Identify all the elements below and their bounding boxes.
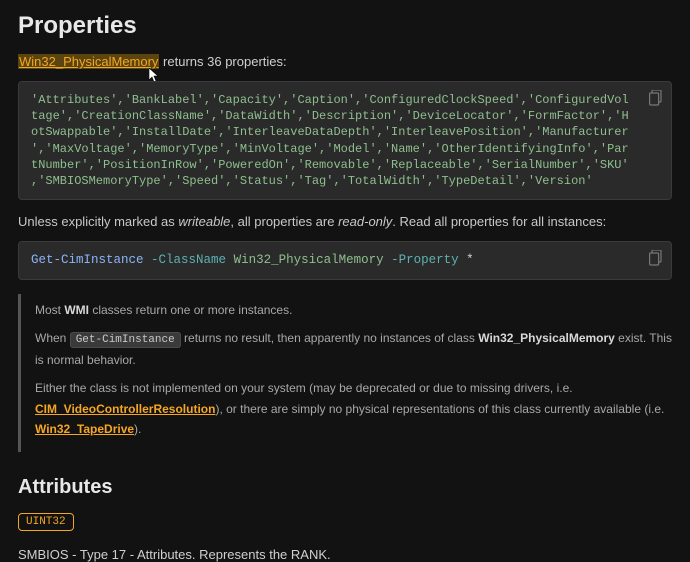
text: Most	[35, 303, 64, 317]
note-block: Most WMI classes return one or more inst…	[18, 294, 672, 452]
text: Unless explicitly marked as	[18, 214, 178, 229]
properties-list-text: 'Attributes','BankLabel','Capacity','Cap…	[31, 93, 629, 188]
readonly-note: Unless explicitly marked as writeable, a…	[18, 214, 672, 229]
copy-icon[interactable]	[649, 90, 663, 106]
text: classes return one or more instances.	[89, 303, 292, 317]
classname-strong: Win32_PhysicalMemory	[478, 331, 615, 345]
type-badge: UINT32	[18, 513, 74, 531]
intro-text: returns 36 properties:	[159, 54, 286, 69]
attribute-description: SMBIOS - Type 17 - Attributes. Represent…	[18, 547, 672, 562]
text: ).	[134, 422, 141, 436]
inline-code-cmdlet: Get-CimInstance	[70, 332, 181, 348]
readonly-em: read-only	[338, 214, 392, 229]
command-code-block: Get-CimInstance -ClassName Win32_Physica…	[18, 241, 672, 280]
text: , all properties are	[230, 214, 338, 229]
text: Either the class is not implemented on y…	[35, 381, 573, 395]
wildcard: *	[466, 253, 474, 267]
text: ), or there are simply no physical repre…	[215, 402, 664, 416]
copy-icon[interactable]	[649, 250, 663, 266]
text: . Read all properties for all instances:	[392, 214, 606, 229]
intro-paragraph: Win32_PhysicalMemory returns 36 properti…	[18, 54, 672, 69]
param-property: -Property	[391, 253, 459, 267]
text: returns no result, then apparently no in…	[181, 331, 479, 345]
value-classname: Win32_PhysicalMemory	[234, 253, 384, 267]
note-line-2: When Get-CimInstance returns no result, …	[35, 328, 672, 370]
win32-tapedrive-link[interactable]: Win32_TapeDrive	[35, 422, 134, 436]
section-heading-properties: Properties	[18, 0, 672, 54]
class-name-link[interactable]: Win32_PhysicalMemory	[18, 54, 159, 69]
wmi-strong: WMI	[64, 303, 89, 317]
param-classname: -ClassName	[151, 253, 226, 267]
note-line-1: Most WMI classes return one or more inst…	[35, 300, 672, 320]
cim-videocontroller-link[interactable]: CIM_VideoControllerResolution	[35, 402, 215, 416]
writeable-em: writeable	[178, 214, 230, 229]
properties-code-block: 'Attributes','BankLabel','Capacity','Cap…	[18, 81, 672, 200]
text: When	[35, 331, 70, 345]
note-line-3: Either the class is not implemented on y…	[35, 378, 672, 439]
cmdlet-name: Get-CimInstance	[31, 253, 144, 267]
section-heading-attributes: Attributes	[18, 462, 672, 507]
